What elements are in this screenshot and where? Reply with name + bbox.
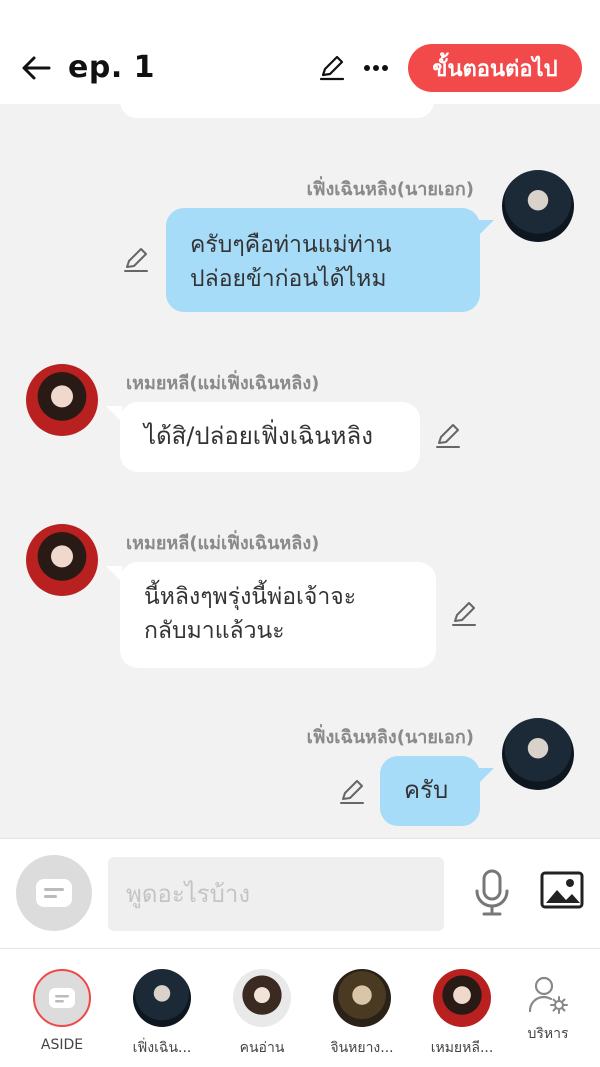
bubble-tail bbox=[478, 220, 494, 236]
edit-message-icon[interactable] bbox=[122, 246, 152, 276]
image-upload-icon[interactable] bbox=[540, 871, 584, 915]
jinyang-avatar bbox=[333, 969, 391, 1027]
hero-avatar[interactable] bbox=[502, 170, 574, 242]
chat-bubble-icon[interactable] bbox=[16, 855, 92, 931]
character-jinyang[interactable]: จินหยาง... bbox=[312, 969, 412, 1059]
aside-chat-icon bbox=[33, 969, 91, 1027]
edit-message-icon[interactable] bbox=[450, 600, 480, 630]
bubble-tail bbox=[478, 768, 494, 784]
chat-area: เฟิ่งเฉินหลิง(นายเอก) ครับๆคือท่านแม่ท่า… bbox=[0, 104, 600, 838]
hero-avatar[interactable] bbox=[502, 718, 574, 790]
edit-message-icon[interactable] bbox=[338, 778, 368, 808]
reader-avatar bbox=[233, 969, 291, 1027]
speaker-name: เฟิ่งเฉินหลิง(นายเอก) bbox=[306, 179, 474, 200]
bubble-tail bbox=[106, 566, 122, 582]
edit-pencil-icon[interactable] bbox=[314, 50, 350, 86]
character-bar: ASIDE เฟิ่งเฉิน... คนอ่าน จินหยาง... เหม… bbox=[0, 948, 600, 1067]
message-input-bar bbox=[0, 838, 600, 948]
character-label: เหมยหลี... bbox=[430, 1040, 494, 1056]
manage-label: บริหาร bbox=[527, 1026, 569, 1042]
mother-avatar[interactable] bbox=[26, 364, 98, 436]
edit-message-icon[interactable] bbox=[434, 422, 464, 452]
character-aside[interactable]: ASIDE bbox=[12, 969, 112, 1053]
character-meili[interactable]: เหมยหลี... bbox=[412, 969, 512, 1059]
message-bubble[interactable]: ได้สิ/ปล่อยเฟิ่งเฉินหลิง bbox=[120, 402, 420, 472]
speaker-name: เหมยหลี(แม่เฟิ่งเฉินหลิง) bbox=[126, 533, 320, 554]
character-hero[interactable]: เฟิ่งเฉิน... bbox=[112, 969, 212, 1059]
character-label: จินหยาง... bbox=[330, 1040, 394, 1056]
mother-avatar bbox=[433, 969, 491, 1027]
user-settings-icon bbox=[526, 973, 570, 1017]
microphone-icon[interactable] bbox=[470, 869, 514, 917]
bubble-tail bbox=[106, 406, 122, 422]
message-bubble[interactable]: ครับ bbox=[380, 756, 480, 826]
hero-avatar bbox=[133, 969, 191, 1027]
mother-avatar[interactable] bbox=[26, 524, 98, 596]
speaker-name: เหมยหลี(แม่เฟิ่งเฉินหลิง) bbox=[126, 373, 320, 394]
message-input[interactable] bbox=[108, 857, 444, 931]
message-bubble[interactable]: ครับๆคือท่านแม่ท่าน ปล่อยข้าก่อนได้ไหม bbox=[166, 208, 480, 312]
manage-button[interactable]: บริหาร bbox=[498, 969, 598, 1045]
message-bubble[interactable]: นี้หลิงๆพรุ่งนี้พ่อเจ้าจะ กลับมาแล้วนะ bbox=[120, 562, 436, 668]
top-bar: ep. 1 ขั้นตอนต่อไป bbox=[0, 0, 600, 104]
character-reader[interactable]: คนอ่าน bbox=[212, 969, 312, 1059]
previous-message-bubble bbox=[120, 104, 434, 118]
next-step-button[interactable]: ขั้นตอนต่อไป bbox=[408, 44, 582, 92]
character-label: คนอ่าน bbox=[239, 1040, 285, 1056]
speaker-name: เฟิ่งเฉินหลิง(นายเอก) bbox=[306, 727, 474, 748]
character-label: ASIDE bbox=[40, 1037, 84, 1053]
back-arrow-icon[interactable] bbox=[16, 48, 56, 88]
character-label: เฟิ่งเฉิน... bbox=[132, 1040, 192, 1056]
episode-title: ep. 1 bbox=[68, 50, 156, 85]
more-options-icon[interactable] bbox=[358, 50, 394, 86]
